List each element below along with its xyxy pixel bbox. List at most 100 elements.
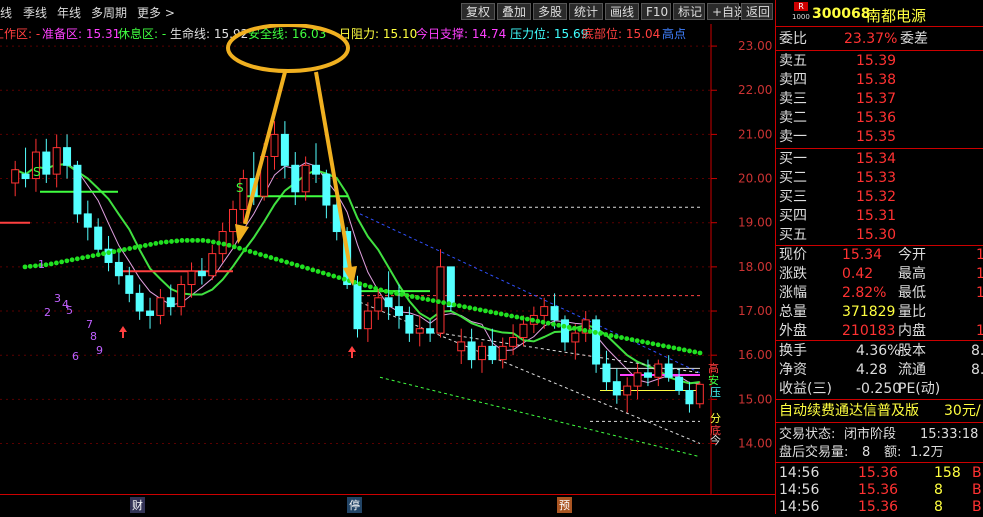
promo-text[interactable]: 自动续费通达信普及版 bbox=[779, 402, 919, 421]
safety-dot bbox=[640, 339, 645, 345]
overlay-button[interactable]: 叠加 bbox=[497, 3, 531, 20]
bid-row: 买一 15.34 bbox=[776, 150, 983, 169]
safety-dot bbox=[101, 251, 106, 257]
safety-dot bbox=[514, 314, 520, 320]
x-marker-forecast: 预 bbox=[557, 497, 572, 513]
trend-line bbox=[359, 213, 701, 374]
candle-body bbox=[114, 261, 123, 277]
annotation-arrow bbox=[243, 71, 287, 225]
stat-value: 4.36% bbox=[856, 343, 901, 359]
tab-year-line[interactable]: 年线 bbox=[57, 4, 81, 21]
stat-value: 16 bbox=[976, 323, 983, 339]
stat-value: 1 bbox=[976, 285, 983, 301]
safety-dot bbox=[566, 324, 572, 330]
candle-body bbox=[11, 169, 20, 184]
ask-label: 卖五 bbox=[779, 53, 807, 69]
safety-dot bbox=[163, 239, 169, 245]
statistics-button[interactable]: 统计 bbox=[569, 3, 603, 20]
safety-dot bbox=[608, 333, 614, 338]
quote-panel: R 1000 300068 南都电源 委比 23.37% 委差 卖五 15.39 卖… bbox=[775, 0, 983, 517]
safety-dot bbox=[681, 347, 687, 353]
stat-row: 涨幅 2.82% 最低 1 bbox=[776, 284, 983, 303]
stat-label: 内盘 bbox=[898, 323, 926, 339]
stat-value: -0.250 bbox=[856, 381, 902, 397]
stat-value: 8. bbox=[971, 343, 983, 359]
safety-dot bbox=[111, 249, 117, 255]
candle-body bbox=[623, 385, 632, 396]
safety-dot bbox=[106, 250, 112, 256]
safety-dot bbox=[441, 300, 447, 306]
candle-body bbox=[42, 151, 51, 175]
safety-dot bbox=[320, 270, 326, 276]
back-button[interactable]: 返回 bbox=[741, 3, 773, 20]
safety-dot bbox=[603, 332, 609, 337]
x-axis-bar: 财 停 预 bbox=[0, 494, 775, 514]
safety-dot bbox=[545, 320, 551, 326]
candle-body bbox=[166, 297, 175, 308]
tick-row: 14:56 15.36 8 B bbox=[776, 498, 983, 517]
stat-value: 15.34 bbox=[842, 247, 883, 263]
stat-row: 换手 4.36%股本 8. bbox=[776, 342, 983, 361]
safety-dot bbox=[69, 257, 75, 263]
ask-row: 卖五 15.39 bbox=[776, 52, 983, 71]
stat-label: 外盘 bbox=[779, 323, 807, 339]
bid-row: 买五 15.30 bbox=[776, 226, 983, 245]
safety-dot bbox=[660, 343, 666, 349]
safety-dot bbox=[535, 318, 541, 324]
wave-count: 8 bbox=[90, 330, 97, 343]
candle-body bbox=[374, 297, 383, 312]
stat-value: 371829 bbox=[842, 304, 896, 320]
safety-dot bbox=[415, 295, 420, 300]
safety-dot bbox=[59, 259, 65, 265]
trade-status-value: 闭市阶段 bbox=[844, 427, 897, 442]
stat-row: 总量 371829 量比 bbox=[776, 303, 983, 322]
candle-body bbox=[63, 147, 72, 166]
safety-dot bbox=[90, 253, 96, 259]
buy-arrow-icon bbox=[119, 326, 127, 338]
ask-price: 15.36 bbox=[856, 110, 897, 126]
tick-time: 14:56 bbox=[779, 499, 820, 515]
candle-body bbox=[21, 173, 30, 180]
kline-chart[interactable]: 23.00 22.00 21.00 20.00 19.00 18.00 17.00 16.00… bbox=[0, 24, 775, 494]
stat-row: 现价 15.34 今开 1 bbox=[776, 246, 983, 265]
tab-multi-period[interactable]: 多周期 bbox=[91, 4, 127, 21]
f10-button[interactable]: F10 bbox=[641, 3, 671, 20]
safety-dot bbox=[619, 335, 624, 340]
tab-season-line[interactable]: 季线 bbox=[23, 4, 47, 21]
candle-body bbox=[633, 372, 642, 387]
safety-dot bbox=[655, 342, 661, 348]
safety-dot bbox=[315, 269, 321, 274]
stat-value: 1 bbox=[976, 266, 983, 282]
tab-more[interactable]: 更多 > bbox=[137, 4, 175, 21]
promo-row[interactable]: 自动续费通达信普及版 30元/ bbox=[776, 402, 983, 421]
safety-dot bbox=[435, 299, 441, 305]
candle-body bbox=[540, 306, 549, 316]
fuquan-button[interactable]: 复权 bbox=[461, 3, 495, 20]
safety-dot bbox=[530, 317, 535, 323]
mark-button[interactable]: 标记 bbox=[673, 3, 705, 20]
candle-body bbox=[592, 319, 601, 365]
safety-dot bbox=[451, 302, 457, 308]
ask-price: 15.35 bbox=[856, 129, 897, 145]
candle-body bbox=[602, 363, 611, 383]
tab-week-line[interactable]: 线 bbox=[0, 4, 12, 21]
candle-body bbox=[643, 372, 652, 378]
stock-name[interactable]: 南都电源 bbox=[866, 5, 926, 26]
safety-line-dots bbox=[22, 237, 703, 356]
candle-body bbox=[467, 341, 476, 361]
safety-dot bbox=[331, 273, 337, 279]
candle-body bbox=[125, 275, 134, 294]
bid-row: 买四 15.31 bbox=[776, 207, 983, 226]
stat-label: 涨跌 bbox=[779, 266, 807, 282]
safety-dot bbox=[122, 247, 127, 252]
stat-label: 今开 bbox=[898, 247, 926, 263]
stock-code[interactable]: 300068 bbox=[812, 6, 870, 22]
multi-stock-button[interactable]: 多股 bbox=[533, 3, 567, 20]
x-marker-finance: 财 bbox=[130, 497, 145, 513]
draw-line-button[interactable]: 画线 bbox=[605, 3, 639, 20]
safety-dot bbox=[237, 245, 242, 251]
add-watchlist-button[interactable]: +自选 bbox=[707, 3, 746, 20]
trade-status-label: 交易状态: bbox=[779, 427, 836, 442]
stat-label: 量比 bbox=[898, 304, 926, 320]
candle-body bbox=[560, 319, 569, 343]
